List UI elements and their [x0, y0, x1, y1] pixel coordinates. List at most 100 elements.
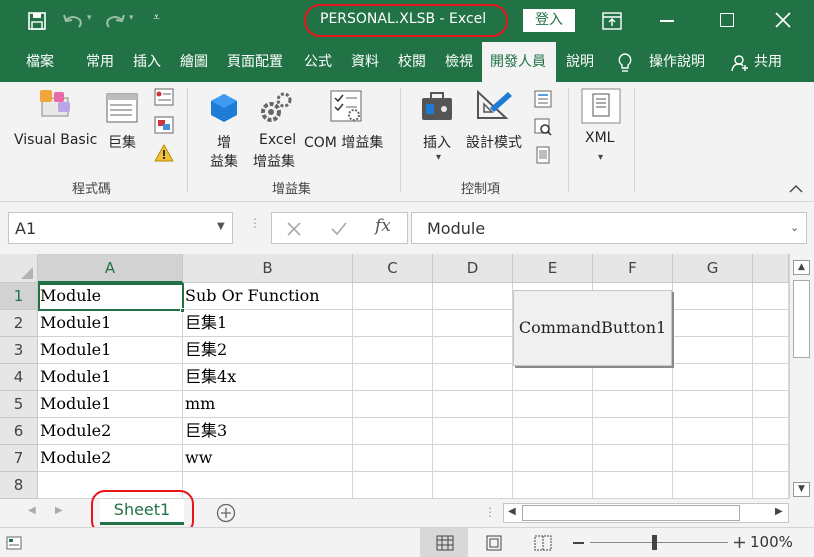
cell[interactable]: [433, 337, 513, 364]
cell[interactable]: 巨集2: [183, 337, 353, 364]
tab-insert[interactable]: 插入: [133, 42, 161, 82]
run-dialog-icon[interactable]: [534, 146, 552, 164]
maximize-icon[interactable]: [720, 13, 734, 27]
cell[interactable]: [353, 337, 433, 364]
redo-dropdown-icon[interactable]: ▾: [129, 13, 134, 23]
row-header[interactable]: 5: [0, 391, 38, 418]
cancel-entry-icon[interactable]: [286, 221, 302, 237]
page-break-preview-icon[interactable]: [534, 535, 552, 551]
ribbon-display-options-icon[interactable]: [602, 12, 622, 30]
tab-file[interactable]: 檔案: [26, 42, 54, 82]
cell[interactable]: 巨集1: [183, 310, 353, 337]
cell[interactable]: Module1: [38, 337, 183, 364]
cell[interactable]: [513, 445, 593, 472]
tab-home[interactable]: 常用: [86, 42, 114, 82]
zoom-level[interactable]: 100%: [750, 533, 793, 551]
name-box[interactable]: A1 ▼: [8, 212, 233, 244]
row-header[interactable]: 6: [0, 418, 38, 445]
next-sheet-icon[interactable]: ▶: [55, 505, 63, 516]
cell[interactable]: [753, 337, 789, 364]
macro-recording-status-icon[interactable]: [6, 536, 22, 550]
cell[interactable]: [353, 310, 433, 337]
row-header[interactable]: 2: [0, 310, 38, 337]
cell[interactable]: [753, 418, 789, 445]
cell[interactable]: [353, 472, 433, 499]
formula-input[interactable]: Module ⌄: [411, 212, 807, 244]
cell[interactable]: [673, 364, 753, 391]
cell[interactable]: ww: [183, 445, 353, 472]
tab-developer[interactable]: 開發人員: [490, 42, 546, 82]
fill-handle[interactable]: [180, 308, 185, 313]
tab-data[interactable]: 資料: [351, 42, 379, 82]
column-header[interactable]: G: [673, 254, 753, 283]
tab-help[interactable]: 說明: [566, 42, 594, 82]
cell[interactable]: [353, 391, 433, 418]
sign-in-button[interactable]: 登入: [523, 9, 575, 32]
vertical-scroll-thumb[interactable]: [793, 280, 810, 358]
zoom-slider-track[interactable]: [590, 542, 728, 543]
cell[interactable]: [433, 310, 513, 337]
row-header[interactable]: 7: [0, 445, 38, 472]
tab-formulas[interactable]: 公式: [304, 42, 332, 82]
column-header[interactable]: E: [513, 254, 593, 283]
cell[interactable]: [673, 445, 753, 472]
cell[interactable]: Sub Or Function: [183, 283, 353, 310]
column-header[interactable]: C: [353, 254, 433, 283]
column-header[interactable]: B: [183, 254, 353, 283]
scroll-left-icon[interactable]: ◀: [508, 506, 516, 517]
save-icon[interactable]: [28, 12, 46, 30]
vertical-scrollbar[interactable]: ▲ ▼: [789, 254, 814, 499]
horizontal-scroll-thumb[interactable]: [522, 505, 740, 521]
cell[interactable]: [593, 418, 673, 445]
tab-view[interactable]: 檢視: [445, 42, 473, 82]
row-header[interactable]: 4: [0, 364, 38, 391]
cell[interactable]: Module1: [38, 391, 183, 418]
cell[interactable]: [513, 418, 593, 445]
cell[interactable]: Module2: [38, 445, 183, 472]
cell[interactable]: [593, 472, 673, 499]
new-sheet-icon[interactable]: [216, 503, 236, 523]
cell[interactable]: [593, 445, 673, 472]
tab-splitter-icon[interactable]: ⋮: [484, 505, 496, 519]
zoom-in-icon[interactable]: [733, 536, 746, 549]
close-icon[interactable]: [775, 12, 791, 28]
cell[interactable]: [593, 364, 673, 391]
cell[interactable]: [753, 445, 789, 472]
select-all-corner[interactable]: [0, 254, 38, 283]
scroll-down-icon[interactable]: ▼: [793, 482, 810, 497]
scroll-right-icon[interactable]: ▶: [775, 506, 783, 517]
undo-icon[interactable]: [62, 12, 84, 30]
minimize-icon[interactable]: [660, 20, 674, 22]
insert-controls-button[interactable]: 插入: [423, 132, 451, 152]
expand-formula-icon[interactable]: ⌄: [790, 221, 799, 234]
cell[interactable]: Module1: [38, 310, 183, 337]
cell[interactable]: [673, 310, 753, 337]
cell[interactable]: [353, 445, 433, 472]
cell[interactable]: [433, 364, 513, 391]
relative-references-icon[interactable]: [154, 116, 174, 134]
xml-button[interactable]: XML: [585, 130, 614, 146]
name-box-dropdown-icon[interactable]: ▼: [217, 221, 225, 232]
command-button[interactable]: CommandButton1: [513, 290, 672, 366]
xml-dropdown-icon[interactable]: ▾: [598, 152, 603, 163]
addins-button[interactable]: 增: [217, 132, 231, 152]
share-person-icon[interactable]: [731, 54, 749, 72]
cell[interactable]: [753, 472, 789, 499]
cell[interactable]: [513, 364, 593, 391]
cell[interactable]: [753, 364, 789, 391]
cell[interactable]: [673, 391, 753, 418]
cell[interactable]: [513, 472, 593, 499]
design-mode-button[interactable]: 設計模式: [466, 132, 522, 152]
cell[interactable]: [433, 445, 513, 472]
record-macro-icon[interactable]: [154, 88, 174, 106]
insert-dropdown-icon[interactable]: ▾: [436, 152, 441, 163]
cell[interactable]: [513, 391, 593, 418]
cell[interactable]: [353, 283, 433, 310]
cell[interactable]: [433, 418, 513, 445]
collapse-ribbon-icon[interactable]: [789, 184, 803, 194]
column-header[interactable]: D: [433, 254, 513, 283]
share-button[interactable]: 共用: [754, 42, 782, 82]
cell[interactable]: [753, 391, 789, 418]
zoom-slider-thumb[interactable]: [652, 535, 657, 550]
page-layout-view-icon[interactable]: [486, 535, 502, 551]
